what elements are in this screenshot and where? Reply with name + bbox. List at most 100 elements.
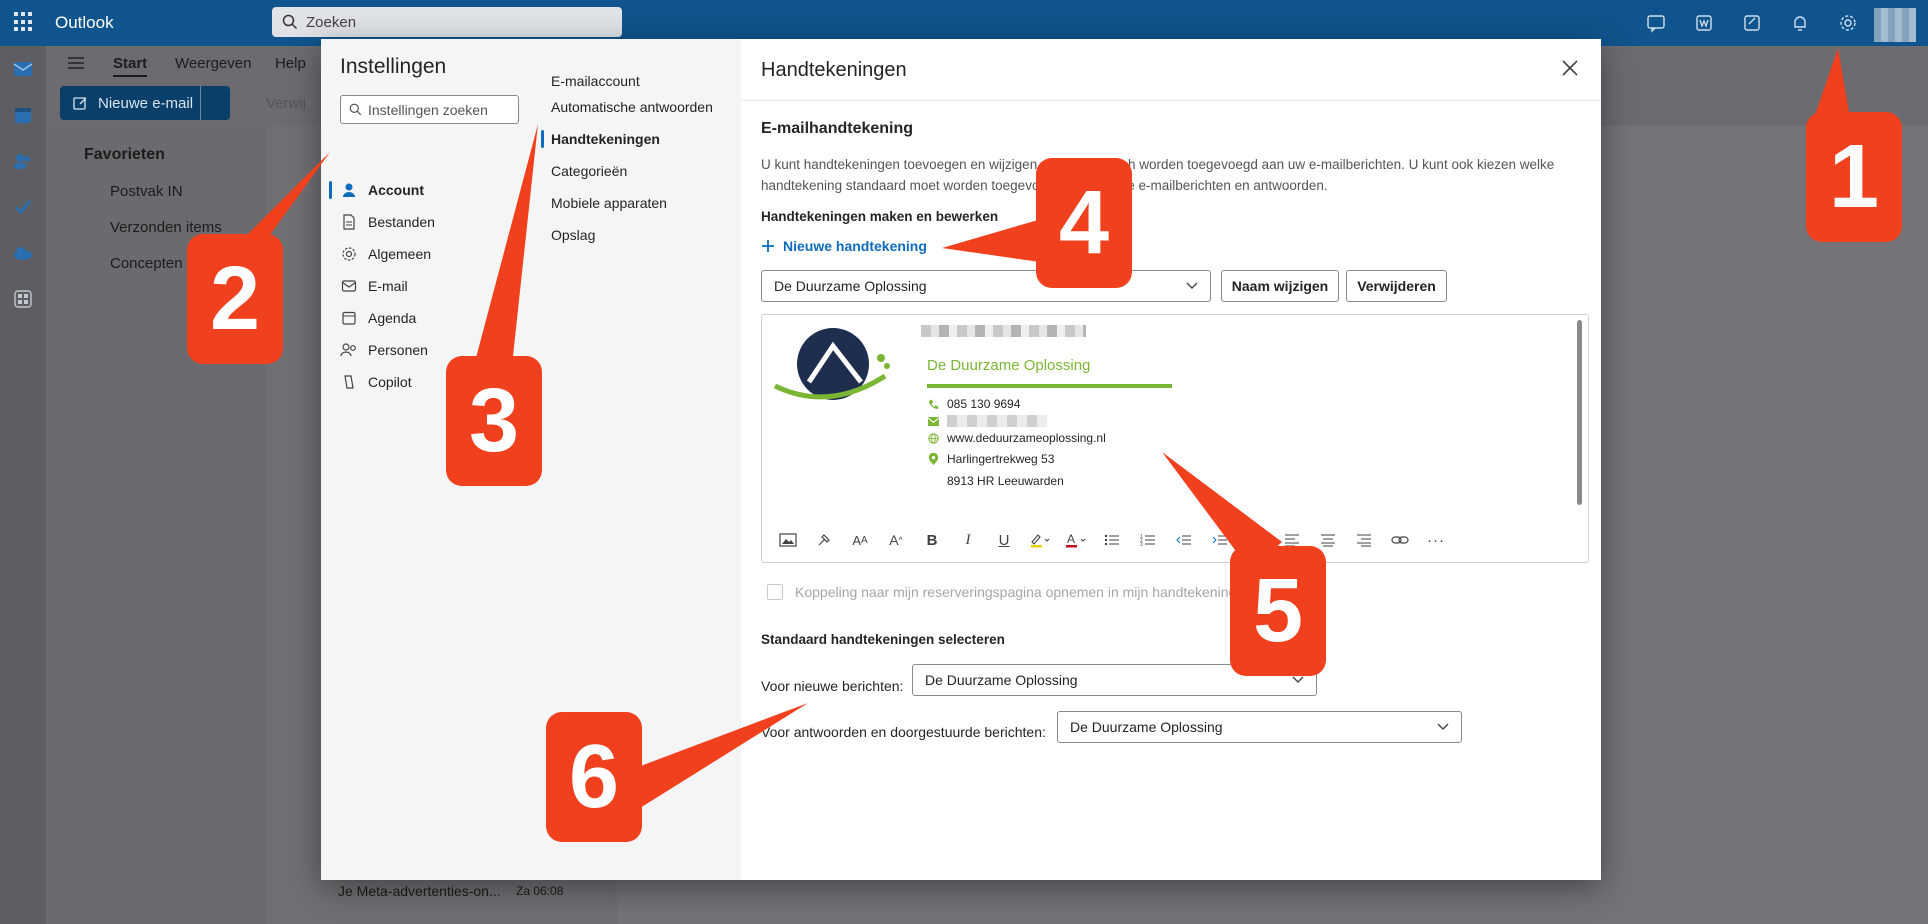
close-icon[interactable] — [1559, 57, 1581, 79]
callout-3: 3 — [446, 356, 542, 486]
chevron-down-icon — [1292, 676, 1304, 683]
folder-item[interactable]: Concepten — [110, 255, 183, 272]
notes-icon[interactable] — [1740, 11, 1764, 35]
callout-2: 2 — [187, 234, 283, 364]
people-app-icon[interactable] — [12, 150, 34, 172]
settings-search-placeholder: Instellingen zoeken — [368, 101, 488, 118]
todo-app-icon[interactable] — [12, 196, 34, 218]
align-right-icon[interactable] — [1352, 529, 1376, 551]
signature-divider — [927, 384, 1172, 388]
section-title: E-mailhandtekening — [761, 120, 914, 137]
folder-item[interactable]: Postvak IN — [110, 183, 183, 200]
link-icon[interactable] — [1388, 529, 1412, 551]
calendar-app-icon[interactable] — [12, 104, 34, 126]
booking-label: Koppeling naar mijn reserveringspagina o… — [795, 584, 1237, 600]
booking-page-option[interactable]: Koppeling naar mijn reserveringspagina o… — [767, 584, 1236, 600]
category-algemeen[interactable]: Algemeen — [340, 241, 520, 267]
numbered-list-icon[interactable]: 123 — [1136, 529, 1160, 551]
bold-icon[interactable]: B — [920, 529, 944, 551]
file-icon — [340, 213, 358, 231]
new-messages-value: De Duurzame Oplossing — [925, 672, 1078, 688]
replies-value: De Duurzame Oplossing — [1070, 719, 1223, 735]
decrease-indent-icon[interactable] — [1172, 529, 1196, 551]
favorites-header[interactable]: Favorieten — [84, 146, 165, 164]
subcategory-storage[interactable]: Opslag — [551, 227, 595, 249]
replies-select[interactable]: De Duurzame Oplossing — [1057, 711, 1462, 743]
tab-help[interactable]: Help — [275, 55, 306, 72]
bell-icon[interactable] — [1788, 11, 1812, 35]
category-label: Personen — [368, 342, 428, 358]
app-rail — [0, 46, 46, 924]
pane-title: Handtekeningen — [761, 59, 907, 81]
onedrive-app-icon[interactable] — [12, 242, 34, 264]
callout-6: 6 — [546, 712, 642, 842]
align-center-icon[interactable] — [1316, 529, 1340, 551]
search-icon — [349, 103, 362, 116]
signature-website-row: www.deduurzameoplossing.nl — [927, 431, 1106, 445]
font-size-icon[interactable]: A ^ — [884, 529, 908, 551]
gear-icon — [340, 245, 358, 263]
tab-start[interactable]: Start — [113, 55, 148, 77]
app-name[interactable]: Outlook — [55, 13, 114, 33]
category-agenda[interactable]: Agenda — [340, 305, 520, 331]
new-mail-label: Nieuwe e-mail — [98, 94, 194, 112]
signature-select[interactable]: De Duurzame Oplossing — [761, 270, 1211, 302]
subcategory-signatures[interactable]: Handtekeningen — [551, 131, 660, 153]
new-signature-label: Nieuwe handtekening — [783, 238, 927, 254]
new-mail-dropdown[interactable] — [200, 86, 230, 120]
format-painter-icon[interactable] — [812, 529, 836, 551]
formatting-toolbar: AA A ^ B I U A 123 ··· — [776, 529, 1448, 551]
people-icon — [340, 341, 358, 359]
more-apps-icon[interactable] — [12, 288, 34, 310]
settings-gear-icon[interactable] — [1836, 11, 1860, 35]
word-icon[interactable] — [1692, 11, 1716, 35]
insert-image-icon[interactable] — [776, 529, 800, 551]
category-label: E-mail — [368, 278, 408, 294]
subcategory-auto-replies[interactable]: Automatische antwoorden — [551, 99, 713, 121]
divider — [741, 100, 1601, 101]
delete-button[interactable]: Verwijderen — [1346, 270, 1447, 302]
callout-5: 5 — [1230, 546, 1326, 676]
teams-chat-icon[interactable] — [1644, 11, 1668, 35]
highlight-icon[interactable] — [1028, 529, 1052, 551]
default-signatures-title: Standaard handtekeningen selecteren — [761, 632, 1005, 647]
avatar[interactable] — [1874, 8, 1916, 42]
settings-title: Instellingen — [340, 55, 447, 78]
subcategory-email-account[interactable]: E-mailaccount — [551, 73, 640, 95]
signature-select-value: De Duurzame Oplossing — [774, 278, 927, 294]
increase-indent-icon[interactable] — [1208, 529, 1232, 551]
new-signature-button[interactable]: Nieuwe handtekening — [761, 238, 927, 254]
booking-checkbox[interactable] — [767, 584, 783, 600]
subcategory-categories[interactable]: Categorieën — [551, 163, 627, 185]
more-options-icon[interactable]: ··· — [1424, 529, 1448, 551]
tab-weergeven[interactable]: Weergeven — [175, 55, 251, 72]
list-item-time: Za 06:08 — [516, 884, 564, 898]
delete-button[interactable]: Verwij — [266, 95, 306, 112]
font-icon[interactable]: AA — [848, 529, 872, 551]
settings-search-input[interactable]: Instellingen zoeken — [340, 95, 519, 124]
calendar-icon — [340, 309, 358, 327]
subcategory-mobile-devices[interactable]: Mobiele apparaten — [551, 195, 667, 217]
mail-app-icon[interactable] — [12, 58, 34, 80]
app-launcher-icon[interactable] — [14, 12, 34, 32]
signature-email-row — [927, 415, 1047, 427]
location-pin-icon — [927, 452, 939, 465]
svg-text:3: 3 — [1140, 542, 1143, 547]
editor-scrollbar[interactable] — [1577, 320, 1582, 505]
italic-icon[interactable]: I — [956, 529, 980, 551]
search-box[interactable]: Zoeken — [272, 7, 622, 37]
rename-button[interactable]: Naam wijzigen — [1221, 270, 1339, 302]
selection-indicator — [329, 181, 332, 199]
category-email[interactable]: E-mail — [340, 273, 520, 299]
category-bestanden[interactable]: Bestanden — [340, 209, 520, 235]
callout-4: 4 — [1036, 158, 1132, 288]
signature-address-line2: 8913 HR Leeuwarden — [947, 474, 1064, 488]
underline-icon[interactable]: U — [992, 529, 1016, 551]
signature-phone: 085 130 9694 — [947, 397, 1021, 411]
list-item-subject[interactable]: Je Meta-advertenties-on... — [338, 883, 501, 899]
font-color-icon[interactable]: A — [1064, 529, 1088, 551]
category-account[interactable]: Account — [340, 177, 520, 203]
hamburger-icon[interactable] — [66, 54, 86, 72]
bullet-list-icon[interactable] — [1100, 529, 1124, 551]
category-label: Copilot — [368, 374, 412, 390]
